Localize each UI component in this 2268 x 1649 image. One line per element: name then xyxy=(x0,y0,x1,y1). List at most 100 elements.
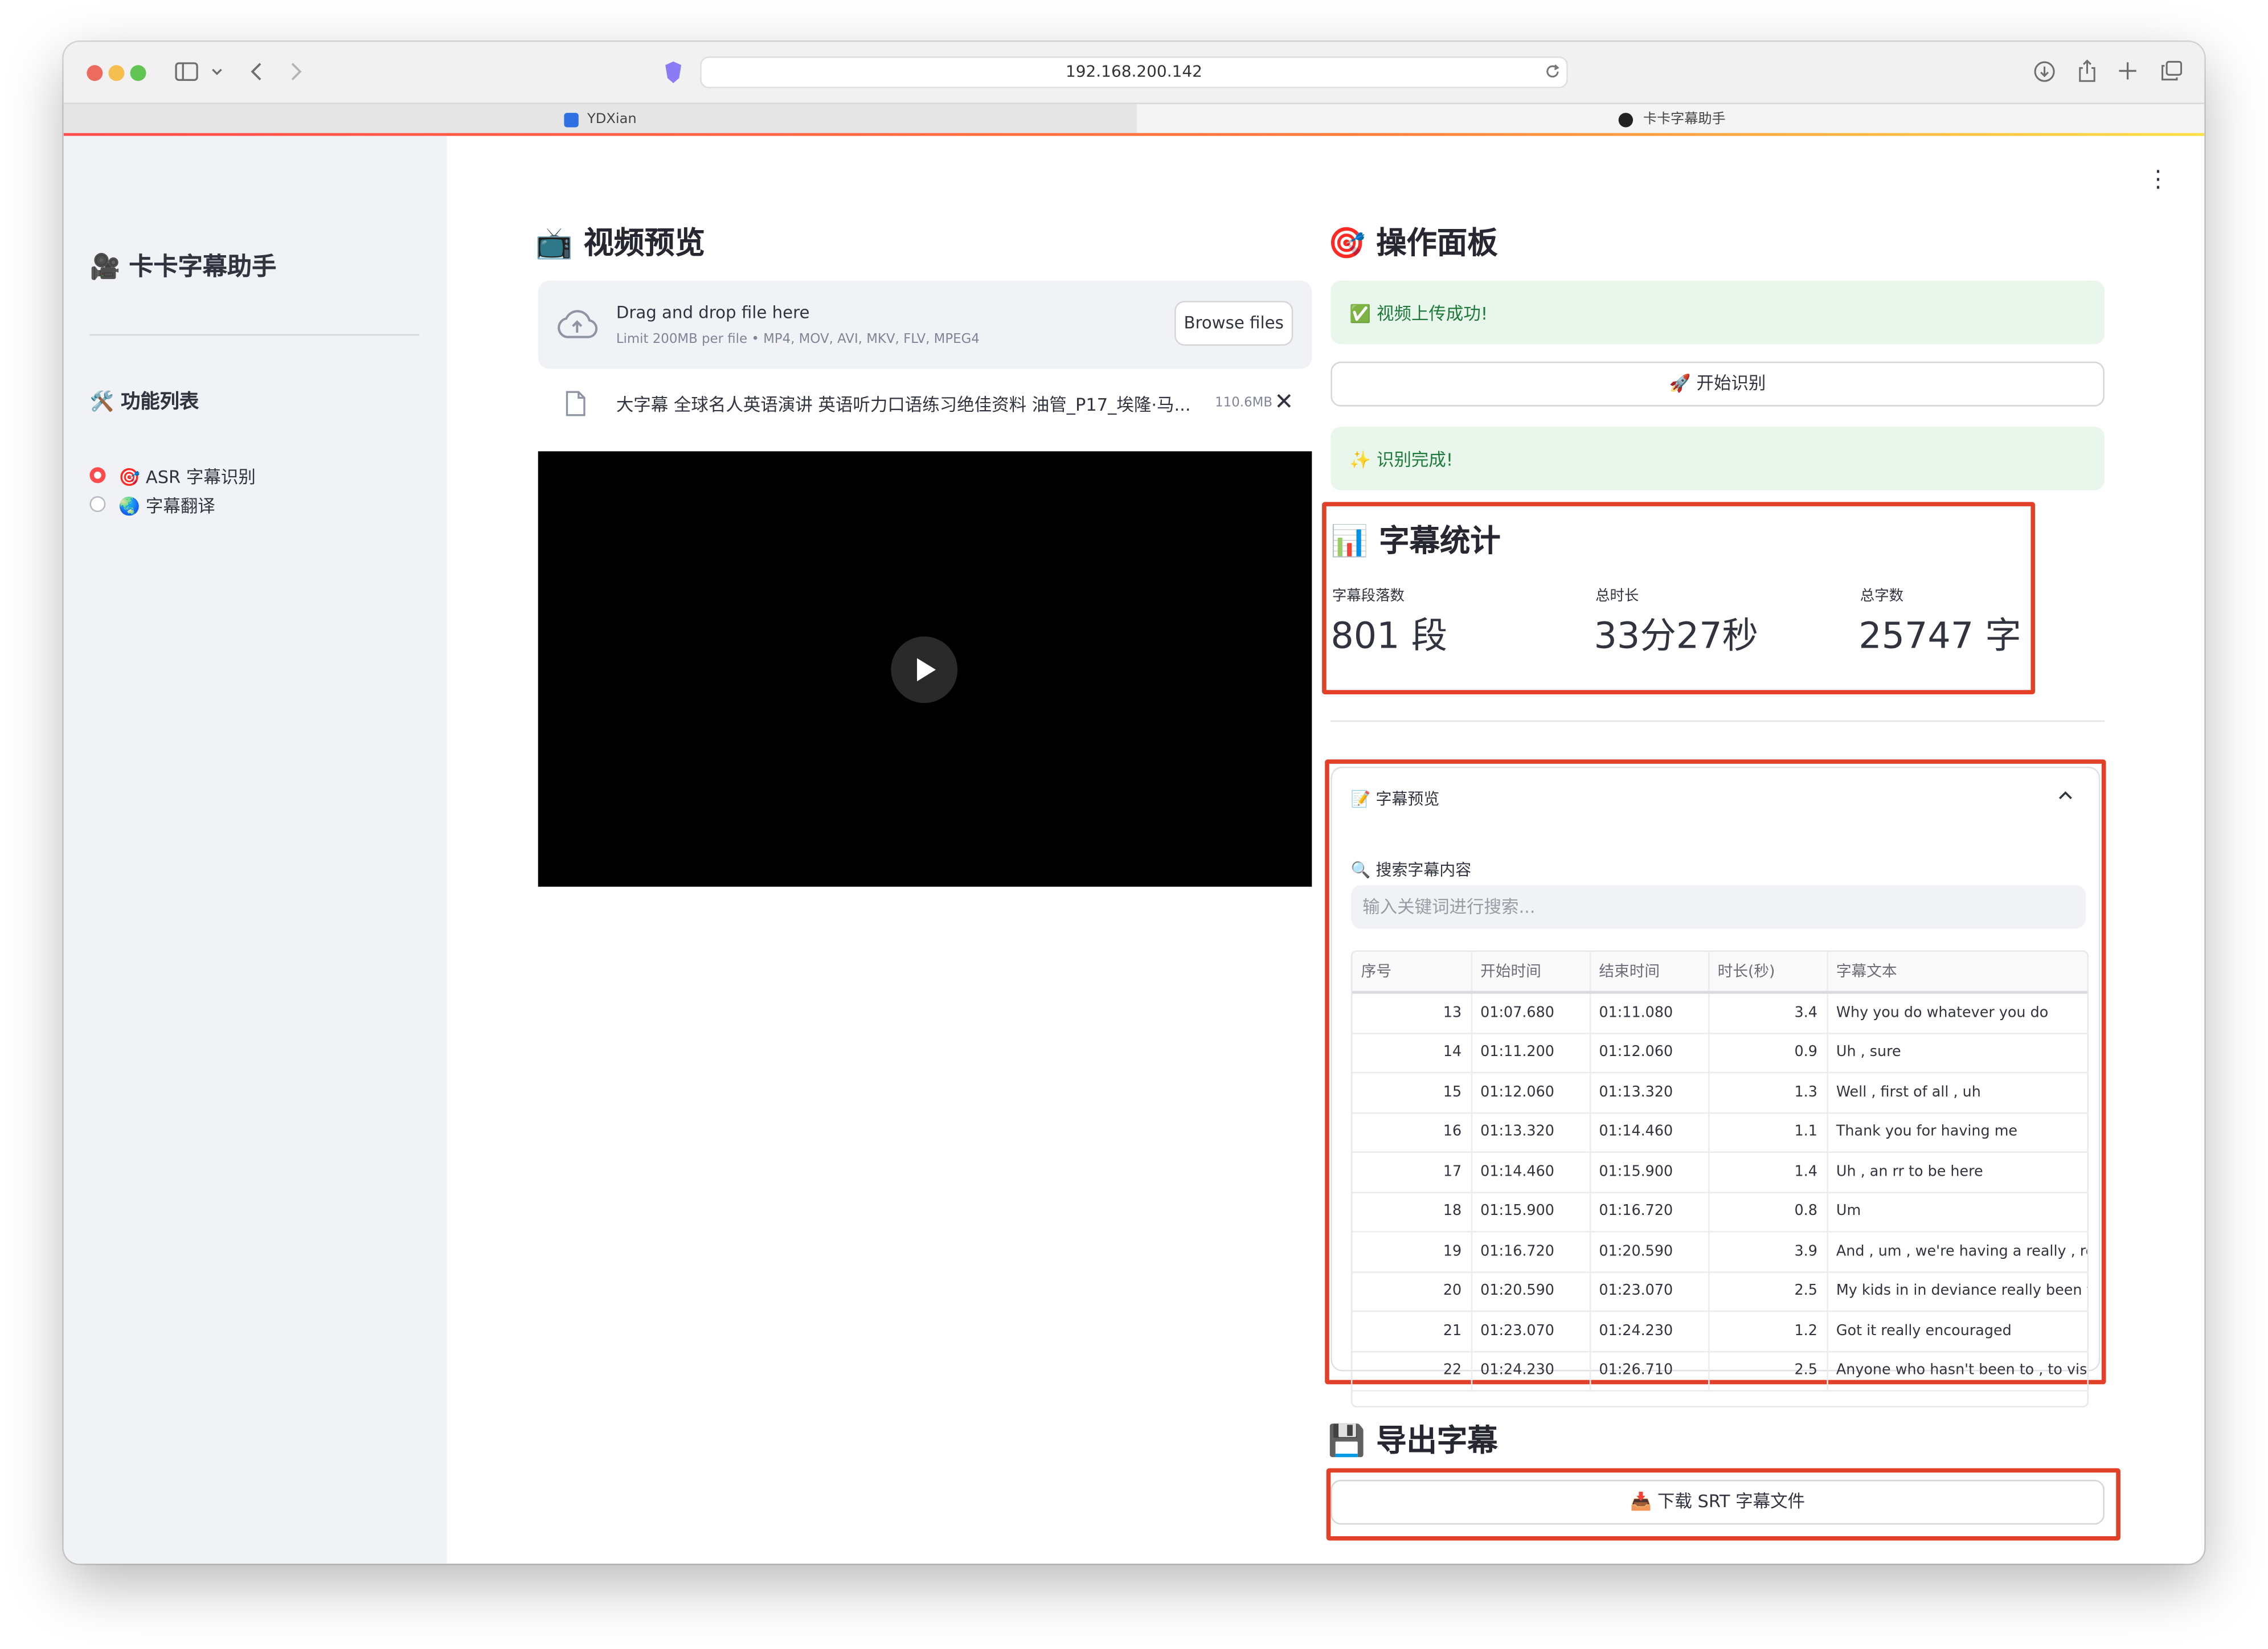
table-cell: 01:14.460 xyxy=(1589,1112,1709,1153)
table-cell: Um xyxy=(1827,1192,2087,1233)
table-row[interactable]: 15 01:12.060 01:13.320 1.3 Well , first of a… xyxy=(1352,1073,2087,1114)
table-cell: 13 xyxy=(1352,992,1472,1034)
table-cell: 01:24.230 xyxy=(1589,1311,1709,1352)
close-window-button[interactable] xyxy=(87,65,103,81)
forward-icon[interactable] xyxy=(290,62,302,81)
address-bar[interactable]: 192.168.200.142 xyxy=(700,56,1568,88)
table-row[interactable]: 18 01:15.900 01:16.720 0.8 Um xyxy=(1352,1192,2087,1233)
subtitle-table[interactable]: 序号 开始时间 结束时间 时长(秒) 字幕文本 13 01:07.680 01:11… xyxy=(1350,950,2089,1407)
recognition-done-alert: ✨ 识别完成! xyxy=(1330,427,2105,490)
sidebar-divider xyxy=(89,334,420,336)
table-cell: 0.9 xyxy=(1708,1033,1828,1074)
tab-kaka[interactable]: 卡卡字幕助手 xyxy=(1137,104,2205,136)
column-header[interactable]: 开始时间 xyxy=(1471,951,1591,994)
radio-asr-label: 🎯 ASR 字幕识别 xyxy=(118,467,256,488)
panel-title: 🎯 操作面板 xyxy=(1328,226,1498,261)
table-row[interactable]: 17 01:14.460 01:15.900 1.4 Uh , an rr to be … xyxy=(1352,1152,2087,1193)
table-cell: 01:23.070 xyxy=(1471,1311,1591,1352)
ydxian-favicon-icon xyxy=(564,113,579,128)
table-cell: 16 xyxy=(1352,1112,1472,1153)
table-cell: 1.3 xyxy=(1708,1073,1828,1114)
table-cell: And , um , we're having a really , reall… xyxy=(1827,1231,2087,1272)
table-cell: 17 xyxy=(1352,1152,1472,1193)
table-cell: 01:13.320 xyxy=(1471,1112,1591,1153)
metric-duration-label: 总时长 xyxy=(1595,588,1639,605)
kaka-favicon-icon xyxy=(1618,113,1634,128)
table-cell: 01:16.720 xyxy=(1471,1231,1591,1272)
play-button[interactable] xyxy=(891,636,958,703)
play-icon xyxy=(917,658,936,682)
table-cell: 01:14.460 xyxy=(1471,1152,1591,1193)
uploaded-file-name: 大字幕 全球名人英语演讲 英语听力口语练习绝佳资料 油管_P17_埃隆·马... xyxy=(616,395,1191,415)
download-srt-button[interactable]: 📥 下载 SRT 字幕文件 xyxy=(1330,1479,2105,1525)
table-row[interactable]: 16 01:13.320 01:14.460 1.1 Thank you for hav… xyxy=(1352,1112,2087,1153)
table-cell: Uh , an rr to be here xyxy=(1827,1152,2087,1193)
table-header-row: 序号 开始时间 结束时间 时长(秒) 字幕文本 xyxy=(1352,951,2087,994)
column-header[interactable]: 序号 xyxy=(1352,951,1472,994)
column-header[interactable]: 字幕文本 xyxy=(1827,951,2087,994)
table-cell: Thank you for having me xyxy=(1827,1112,2087,1153)
stats-title: 📊 字幕统计 xyxy=(1330,523,1501,559)
table-cell: 01:26.710 xyxy=(1589,1351,1709,1392)
radio-translate-label: 🌏 字幕翻译 xyxy=(118,496,215,517)
table-cell: 01:23.070 xyxy=(1589,1271,1709,1312)
tab-bar: YDXian × 卡卡字幕助手 xyxy=(63,103,2205,136)
table-row[interactable]: 22 01:24.230 01:26.710 2.5 Anyone who hasn't… xyxy=(1352,1351,2087,1392)
chevron-down-icon[interactable] xyxy=(211,68,223,76)
new-tab-icon[interactable] xyxy=(2119,62,2136,80)
metric-words-value: 25747 字 xyxy=(1858,615,2021,657)
table-cell: Uh , sure xyxy=(1827,1033,2087,1074)
sidebar-toggle-icon[interactable] xyxy=(175,62,198,81)
table-cell: 19 xyxy=(1352,1231,1472,1272)
share-icon[interactable] xyxy=(2077,59,2098,83)
main-menu-icon[interactable]: ⋮ xyxy=(2147,165,2170,193)
table-cell: 01:11.200 xyxy=(1471,1033,1591,1074)
app-container: 🎥 卡卡字幕助手 🛠️ 功能列表 🎯 ASR 字幕识别 🌏 字幕翻译 ⋮ 📺 视… xyxy=(63,136,2205,1564)
table-cell: 01:16.720 xyxy=(1589,1192,1709,1233)
search-field[interactable] xyxy=(1350,885,2086,929)
table-row[interactable]: 13 01:07.680 01:11.080 3.4 Why you do whatev… xyxy=(1352,992,2087,1034)
tab-ydxian[interactable]: YDXian × xyxy=(64,104,1153,136)
minimize-window-button[interactable] xyxy=(108,65,125,81)
column-header[interactable]: 结束时间 xyxy=(1589,951,1709,994)
chevron-up-icon[interactable] xyxy=(2058,791,2073,800)
reload-icon[interactable] xyxy=(1545,64,1561,80)
upload-success-text: ✅ 视频上传成功! xyxy=(1349,304,1488,324)
table-cell: 0.8 xyxy=(1708,1192,1828,1233)
video-section-title: 📺 视频预览 xyxy=(535,226,705,261)
remove-file-icon[interactable]: ✕ xyxy=(1274,388,1293,415)
table-cell: 20 xyxy=(1352,1271,1472,1312)
browse-files-button[interactable]: Browse files xyxy=(1174,301,1293,346)
radio-translate[interactable]: 🌏 字幕翻译 xyxy=(89,492,408,518)
table-cell: 15 xyxy=(1352,1073,1472,1114)
table-cell: 1.1 xyxy=(1708,1112,1828,1153)
sidebar-section-title: 🛠️ 功能列表 xyxy=(89,390,199,414)
video-player[interactable] xyxy=(538,451,1312,887)
back-icon[interactable] xyxy=(250,62,261,81)
table-cell: 01:11.080 xyxy=(1589,992,1709,1034)
radio-asr[interactable]: 🎯 ASR 字幕识别 xyxy=(89,463,408,489)
table-row[interactable]: 14 01:11.200 01:12.060 0.9 Uh , sure xyxy=(1352,1033,2087,1074)
table-row[interactable]: 21 01:23.070 01:24.230 1.2 Got it really enc… xyxy=(1352,1311,2087,1352)
sidebar: 🎥 卡卡字幕助手 🛠️ 功能列表 🎯 ASR 字幕识别 🌏 字幕翻译 xyxy=(63,136,447,1564)
file-uploader-dropzone[interactable]: Drag and drop file here Limit 200MB per … xyxy=(538,280,1312,369)
preview-expander-header[interactable]: 📝 字幕预览 xyxy=(1351,787,1439,810)
search-label: 🔍 搜索字幕内容 xyxy=(1350,861,1472,880)
download-icon[interactable] xyxy=(2034,61,2056,83)
table-cell: Why you do whatever you do xyxy=(1827,992,2087,1034)
site-shield-icon xyxy=(665,61,682,84)
upload-success-alert: ✅ 视频上传成功! xyxy=(1330,280,2105,345)
search-input[interactable] xyxy=(1350,885,2086,929)
table-cell: 01:20.590 xyxy=(1589,1231,1709,1272)
tab-overview-icon[interactable] xyxy=(2161,60,2183,81)
table-row[interactable]: 20 01:20.590 01:23.070 2.5 My kids in in dev… xyxy=(1352,1271,2087,1312)
table-cell: 01:13.320 xyxy=(1589,1073,1709,1114)
start-recognition-button[interactable]: 🚀 开始识别 xyxy=(1330,361,2105,407)
table-cell: 3.4 xyxy=(1708,992,1828,1034)
zoom-window-button[interactable] xyxy=(130,65,146,81)
radio-unselected-icon xyxy=(89,496,106,512)
section-divider xyxy=(1330,720,2105,722)
table-row[interactable]: 19 01:16.720 01:20.590 3.9 And , um , we're … xyxy=(1352,1231,2087,1272)
sidebar-title: 🎥 卡卡字幕助手 xyxy=(89,253,277,283)
column-header[interactable]: 时长(秒) xyxy=(1708,951,1828,994)
